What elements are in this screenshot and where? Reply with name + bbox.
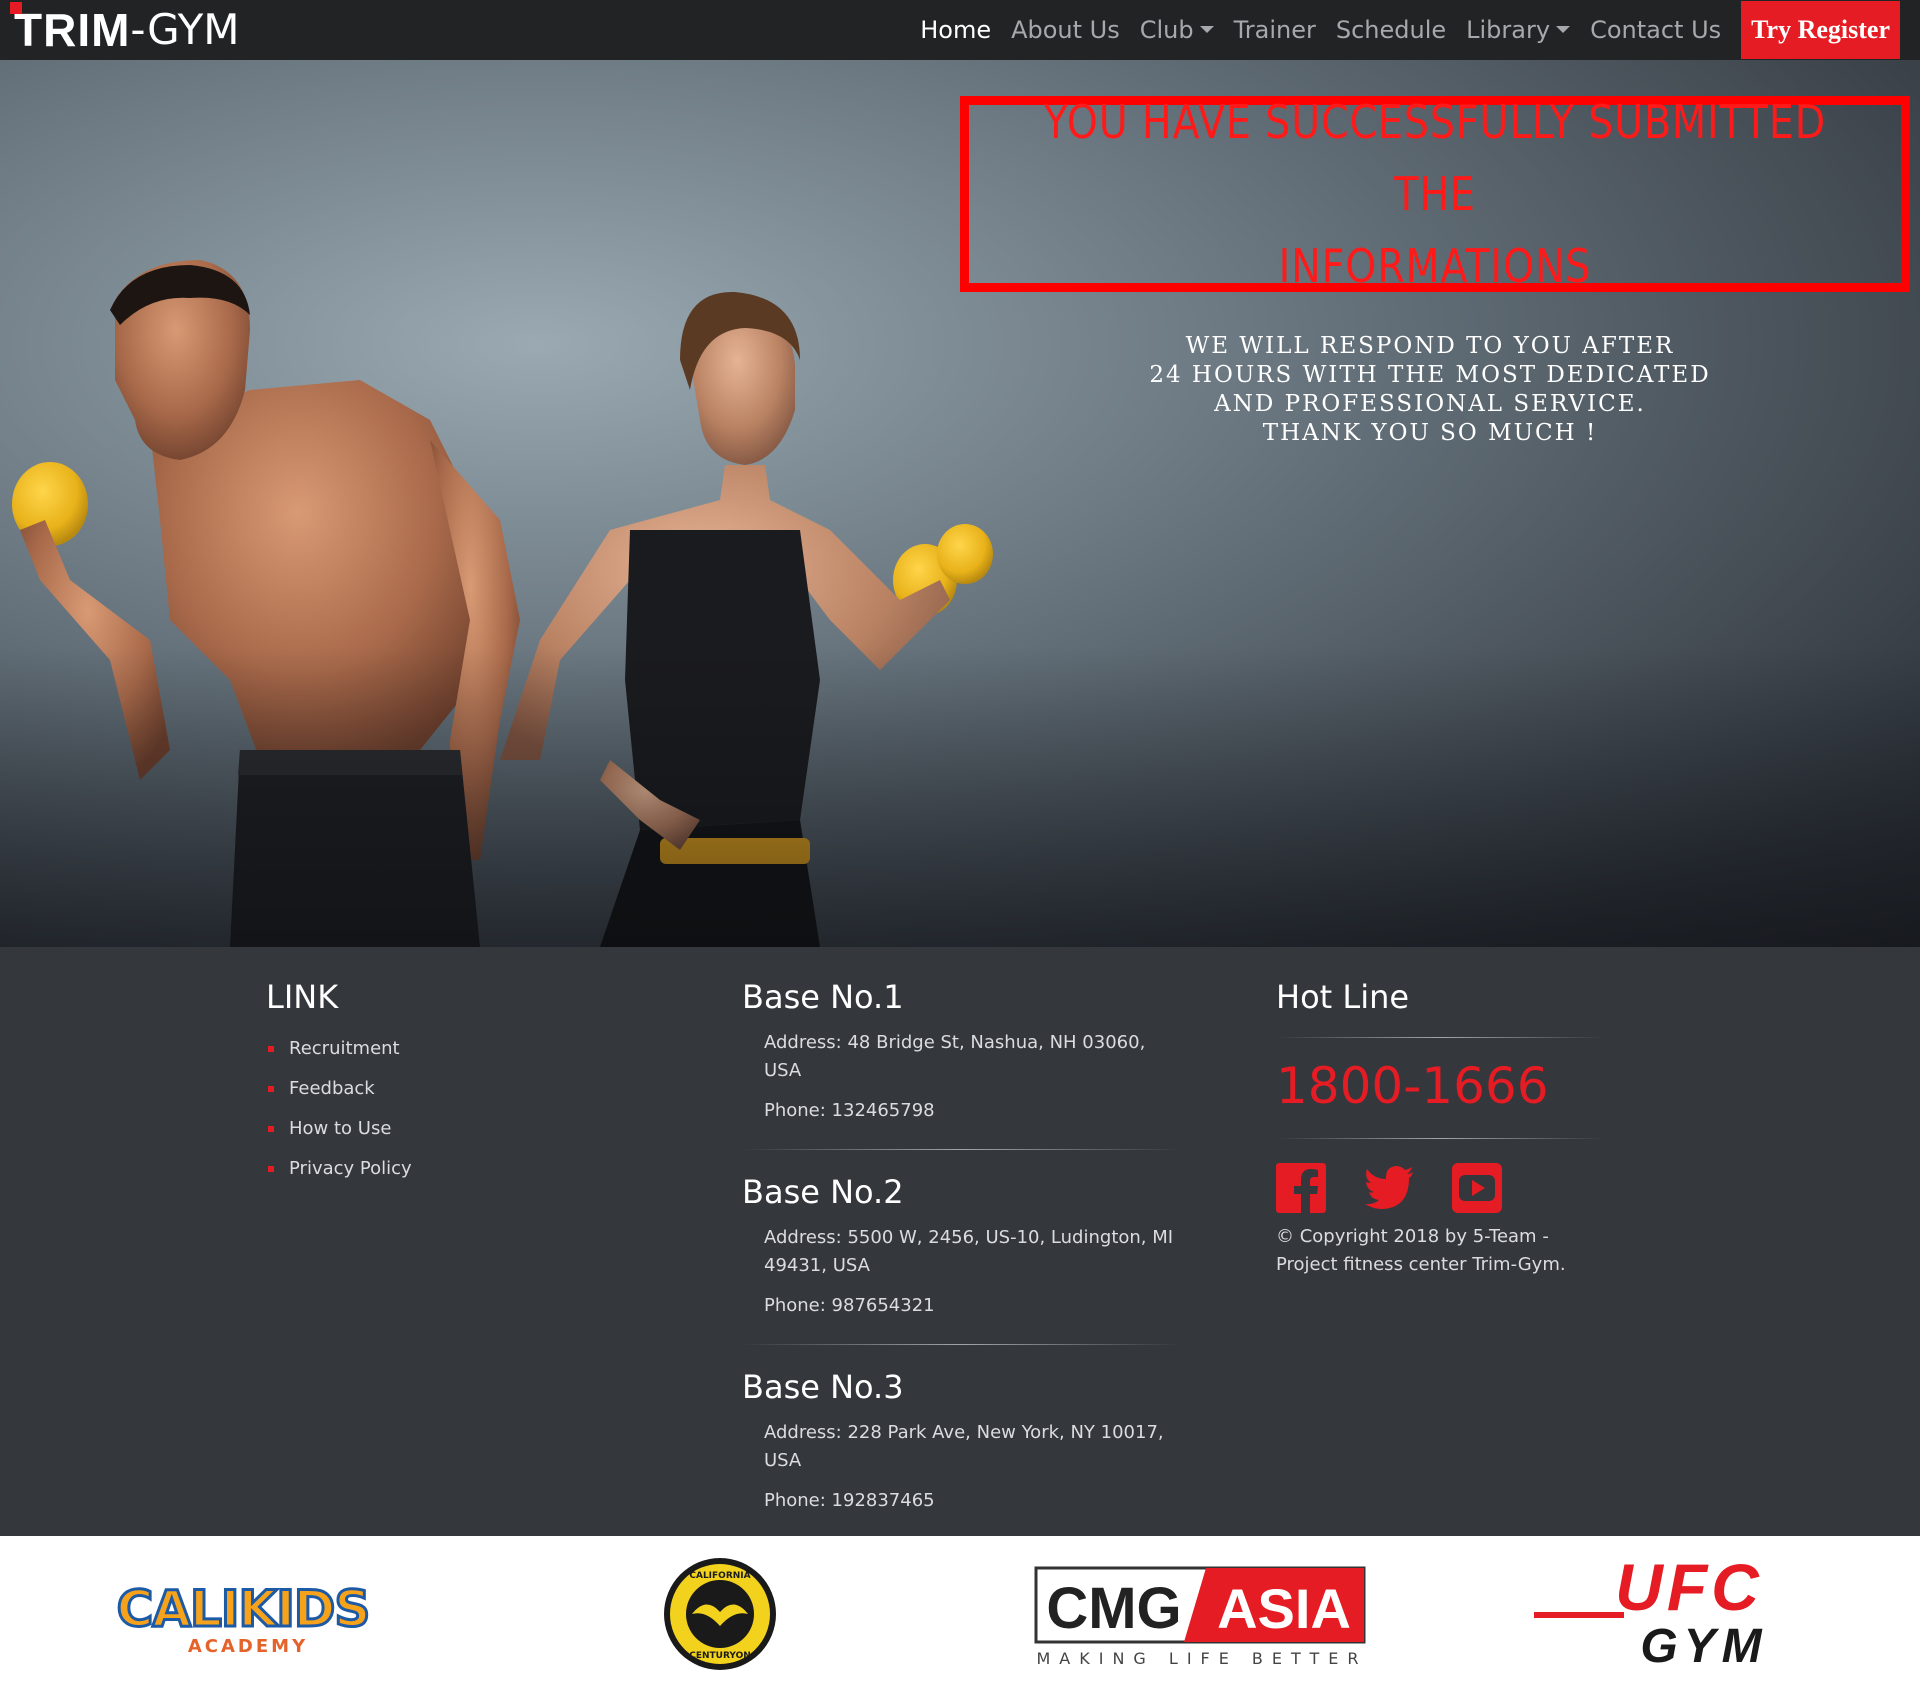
footer-link-recruitment[interactable]: Recruitment: [266, 1029, 412, 1069]
cmg-tagline: MAKING LIFE BETTER: [1036, 1649, 1367, 1668]
base-divider: [742, 1149, 1182, 1150]
brand-logo[interactable]: TRIM -GYM: [10, 2, 240, 56]
nav-item-about-us[interactable]: About Us: [1001, 0, 1130, 60]
respond-line: 24 HOURS WITH THE MOST DEDICATED: [1149, 362, 1711, 388]
nav-item-club[interactable]: Club: [1130, 0, 1224, 60]
base-phone: Phone: 192837465: [764, 1490, 935, 1511]
base-phone: Phone: 987654321: [764, 1295, 935, 1316]
respond-line: WE WILL RESPOND TO YOU AFTER: [1185, 333, 1675, 359]
twitter-icon[interactable]: [1364, 1163, 1414, 1213]
base-address: Address: 228 Park Ave, New York, NY 1001…: [764, 1422, 1164, 1471]
youtube-icon[interactable]: [1452, 1163, 1502, 1213]
cmg-left: CMG: [1046, 1576, 1181, 1641]
links-title: LINK: [266, 978, 339, 1016]
brand-name-bold: TRIM: [14, 4, 131, 56]
brand-dot: [10, 2, 22, 14]
footer-link-how-to-use[interactable]: How to Use: [266, 1109, 412, 1149]
try-register-button[interactable]: Try Register: [1741, 1, 1900, 59]
footer-links-column: LINK Recruitment Feedback How to Use Pri…: [266, 977, 412, 1189]
respond-line: AND PROFESSIONAL SERVICE.: [1214, 391, 1646, 417]
nav-item-trainer[interactable]: Trainer: [1224, 0, 1326, 60]
footer-link-list: Recruitment Feedback How to Use Privacy …: [266, 1029, 412, 1189]
nav-item-schedule[interactable]: Schedule: [1326, 0, 1456, 60]
link-label: Recruitment: [289, 1038, 400, 1059]
ufc-bottom: GYM: [1640, 1620, 1767, 1672]
nav-item-library[interactable]: Library: [1456, 0, 1580, 60]
footer: LINK Recruitment Feedback How to Use Pri…: [0, 947, 1920, 1536]
navbar: TRIM -GYM Home About Us Club Trainer Sch…: [0, 0, 1920, 60]
chevron-down-icon: [1556, 25, 1571, 33]
california-centuryon-logo[interactable]: CALIFORNIA CENTURYON: [660, 1556, 780, 1672]
calikids-sub: ACADEMY: [188, 1636, 308, 1657]
nav-item-home[interactable]: Home: [910, 0, 1001, 60]
base-title: Base No.1: [742, 978, 904, 1016]
california-bottom: CENTURYON: [689, 1651, 751, 1661]
nav-item-club-label: Club: [1139, 16, 1194, 44]
link-label: Privacy Policy: [289, 1158, 412, 1179]
nav-item-contact-us[interactable]: Contact Us: [1580, 0, 1731, 60]
hotline-title: Hot Line: [1276, 978, 1410, 1016]
footer-bases-column: Base No.1 Address: 48 Bridge St, Nashua,…: [742, 977, 1182, 1515]
success-message: YOU HAVE SUCCESSFULLY SUBMITTED THE INFO…: [1034, 86, 1836, 302]
hotline-number[interactable]: 1800-1666: [1276, 1056, 1606, 1116]
base-address: Address: 5500 W, 2456, US-10, Ludington,…: [764, 1227, 1174, 1276]
base-3: Base No.3 Address: 228 Park Ave, New Yor…: [742, 1367, 1182, 1515]
social-links: [1276, 1163, 1606, 1213]
base-phone: Phone: 132465798: [764, 1100, 935, 1121]
footer-link-privacy-policy[interactable]: Privacy Policy: [266, 1149, 412, 1189]
calikids-logo[interactable]: CALIKIDS ACADEMY: [78, 1556, 408, 1672]
nav-links: Home About Us Club Trainer Schedule Libr…: [910, 0, 1900, 60]
base-divider: [742, 1344, 1182, 1345]
hotline-divider: [1276, 1138, 1606, 1139]
base-2: Base No.2 Address: 5500 W, 2456, US-10, …: [742, 1172, 1182, 1320]
hero-banner: YOU HAVE SUCCESSFULLY SUBMITTED THE INFO…: [0, 60, 1920, 947]
bullet-icon: [268, 1046, 274, 1052]
base-title: Base No.2: [742, 1173, 904, 1211]
link-label: Feedback: [289, 1078, 375, 1099]
footer-hotline-column: Hot Line 1800-1666 © Copyright 2018 by 5…: [1276, 977, 1606, 1279]
base-title: Base No.3: [742, 1368, 904, 1406]
cmg-asia-logo[interactable]: CMG ASIA MAKING LIFE BETTER: [1034, 1556, 1370, 1672]
base-1: Base No.1 Address: 48 Bridge St, Nashua,…: [742, 977, 1182, 1125]
calikids-main: CALIKIDS: [117, 1580, 370, 1638]
bullet-icon: [268, 1086, 274, 1092]
bullet-icon: [268, 1126, 274, 1132]
link-label: How to Use: [289, 1118, 392, 1139]
hero-shade: [0, 647, 1920, 947]
bullet-icon: [268, 1166, 274, 1172]
cmg-right: ASIA: [1217, 1577, 1351, 1640]
respond-message: WE WILL RESPOND TO YOU AFTER 24 HOURS WI…: [1060, 332, 1800, 448]
success-line: YOU HAVE SUCCESSFULLY SUBMITTED THE: [1043, 95, 1827, 221]
ufc-gym-logo[interactable]: UFC GYM: [1524, 1556, 1834, 1672]
success-line: INFORMATIONS: [1278, 239, 1592, 293]
hotline-divider: [1276, 1037, 1606, 1038]
footer-link-feedback[interactable]: Feedback: [266, 1069, 412, 1109]
success-message-box: YOU HAVE SUCCESSFULLY SUBMITTED THE INFO…: [960, 95, 1910, 293]
copyright-text: © Copyright 2018 by 5-Team - Project fit…: [1276, 1226, 1566, 1275]
ufc-top: UFC: [1615, 1556, 1763, 1624]
brand-name-rest: -GYM: [130, 5, 240, 54]
california-top: CALIFORNIA: [689, 1571, 750, 1581]
respond-line: THANK YOU SO MUCH !: [1262, 420, 1598, 446]
nav-item-library-label: Library: [1466, 16, 1551, 44]
chevron-down-icon: [1199, 25, 1214, 33]
base-address: Address: 48 Bridge St, Nashua, NH 03060,…: [764, 1032, 1146, 1081]
facebook-icon[interactable]: [1276, 1163, 1326, 1213]
partner-logos: CALIKIDS ACADEMY CALIFORNIA CENTURYON CM…: [0, 1536, 1920, 1692]
